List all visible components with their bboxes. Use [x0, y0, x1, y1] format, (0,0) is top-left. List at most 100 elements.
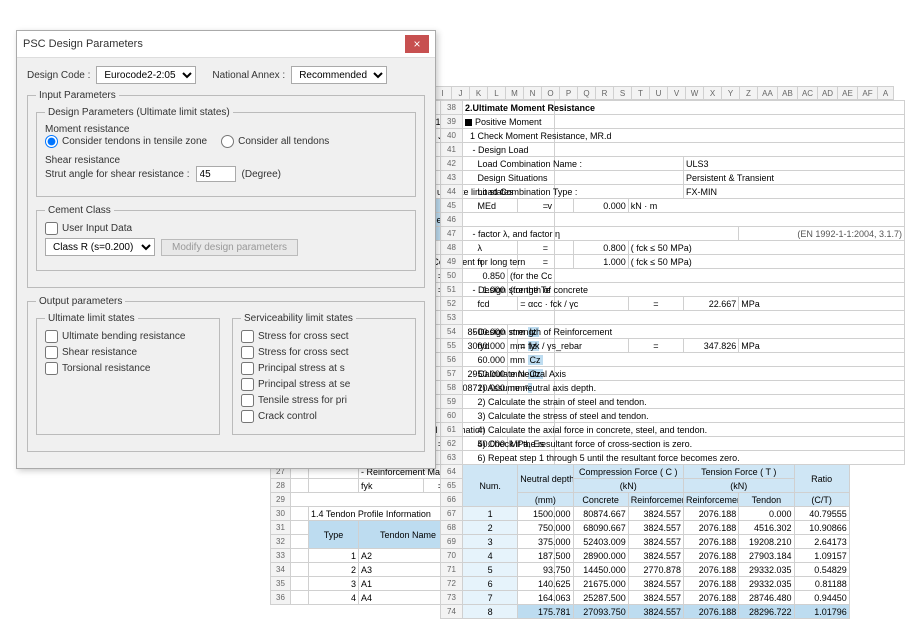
close-icon[interactable]: ×: [405, 35, 429, 53]
radio-tensile[interactable]: Consider tendons in tensile zone: [45, 135, 207, 148]
row-num[interactable]: 65: [441, 479, 463, 493]
row-num[interactable]: 51: [441, 283, 463, 297]
row-num[interactable]: 68: [441, 521, 463, 535]
row-num[interactable]: 40: [441, 129, 463, 143]
row-num[interactable]: 47: [441, 227, 463, 241]
checkbox-item[interactable]: Principal stress at se: [241, 378, 407, 391]
row-num[interactable]: 45: [441, 199, 463, 213]
checkbox[interactable]: [241, 410, 254, 423]
col-hdr[interactable]: L: [488, 86, 506, 100]
modify-button[interactable]: Modify design parameters: [161, 239, 298, 256]
row-num[interactable]: 71: [441, 563, 463, 577]
col-hdr[interactable]: K: [470, 86, 488, 100]
checkbox[interactable]: [45, 362, 58, 375]
checkbox[interactable]: [241, 362, 254, 375]
checkbox-item[interactable]: Stress for cross sect: [241, 346, 407, 359]
checkbox-item[interactable]: Principal stress at s: [241, 362, 407, 375]
col-hdr[interactable]: P: [560, 86, 578, 100]
col-hdr[interactable]: V: [668, 86, 686, 100]
col-hdr[interactable]: AA: [758, 86, 778, 100]
col-hdr[interactable]: AE: [838, 86, 858, 100]
radio-all-input[interactable]: [221, 135, 234, 148]
row-num[interactable]: 33: [271, 549, 291, 563]
checkbox-item[interactable]: Shear resistance: [45, 346, 211, 359]
row-num[interactable]: 42: [441, 157, 463, 171]
col-hdr[interactable]: AF: [858, 86, 878, 100]
checkbox[interactable]: [45, 346, 58, 359]
row-num[interactable]: 60: [441, 409, 463, 423]
row-num[interactable]: 49: [441, 255, 463, 269]
checkbox[interactable]: [241, 378, 254, 391]
row-num[interactable]: 36: [271, 591, 291, 605]
annex-select[interactable]: Recommended: [291, 66, 387, 84]
checkbox[interactable]: [45, 330, 58, 343]
radio-tensile-input[interactable]: [45, 135, 58, 148]
checkbox-item[interactable]: Ultimate bending resistance: [45, 330, 211, 343]
col-hdr[interactable]: A: [878, 86, 894, 100]
row-num[interactable]: 61: [441, 423, 463, 437]
row-num[interactable]: 55: [441, 339, 463, 353]
row-num[interactable]: 52: [441, 297, 463, 311]
col-hdr[interactable]: X: [704, 86, 722, 100]
design-code-select[interactable]: Eurocode2-2:05: [96, 66, 196, 84]
row-num[interactable]: 56: [441, 353, 463, 367]
row-num[interactable]: 70: [441, 549, 463, 563]
checkbox-item[interactable]: Stress for cross sect: [241, 330, 407, 343]
row-num[interactable]: 30: [271, 507, 291, 521]
col-hdr[interactable]: I: [434, 86, 452, 100]
row-num[interactable]: 62: [441, 437, 463, 451]
col-hdr[interactable]: AC: [798, 86, 818, 100]
col-hdr[interactable]: AB: [778, 86, 798, 100]
row-num[interactable]: 46: [441, 213, 463, 227]
row-num[interactable]: 38: [441, 101, 463, 115]
row-num[interactable]: 64: [441, 465, 463, 479]
row-num[interactable]: 35: [271, 577, 291, 591]
checkbox-item[interactable]: Torsional resistance: [45, 362, 211, 375]
checkbox-item[interactable]: Tensile stress for pri: [241, 394, 407, 407]
row-num[interactable]: 73: [441, 591, 463, 605]
user-input-checkbox[interactable]: [45, 222, 58, 235]
col-hdr[interactable]: Z: [740, 86, 758, 100]
col-hdr[interactable]: Y: [722, 86, 740, 100]
row-num[interactable]: 59: [441, 395, 463, 409]
col-hdr[interactable]: S: [614, 86, 632, 100]
row-num[interactable]: 31: [271, 521, 291, 535]
col-hdr[interactable]: O: [542, 86, 560, 100]
col-hdr[interactable]: J: [452, 86, 470, 100]
row-num[interactable]: 32: [271, 535, 291, 549]
row-num[interactable]: 74: [441, 605, 463, 619]
col-hdr[interactable]: T: [632, 86, 650, 100]
checkbox[interactable]: [241, 346, 254, 359]
col-hdr[interactable]: AD: [818, 86, 838, 100]
col-hdr[interactable]: W: [686, 86, 704, 100]
row-num[interactable]: 69: [441, 535, 463, 549]
row-num[interactable]: 28: [271, 479, 291, 493]
checkbox[interactable]: [241, 330, 254, 343]
user-input-chk[interactable]: User Input Data: [45, 222, 407, 235]
row-num[interactable]: 72: [441, 577, 463, 591]
row-num[interactable]: 53: [441, 311, 463, 325]
radio-all[interactable]: Consider all tendons: [221, 135, 329, 148]
row-num[interactable]: 50: [441, 269, 463, 283]
checkbox-item[interactable]: Crack control: [241, 410, 407, 423]
row-num[interactable]: 67: [441, 507, 463, 521]
row-num[interactable]: 48: [441, 241, 463, 255]
checkbox[interactable]: [241, 394, 254, 407]
col-hdr[interactable]: N: [524, 86, 542, 100]
row-num[interactable]: 41: [441, 143, 463, 157]
cement-select[interactable]: Class R (s=0.200): [45, 238, 155, 256]
row-num[interactable]: 66: [441, 493, 463, 507]
col-hdr[interactable]: Q: [578, 86, 596, 100]
col-hdr[interactable]: U: [650, 86, 668, 100]
row-num[interactable]: 58: [441, 381, 463, 395]
row-num[interactable]: 54: [441, 325, 463, 339]
row-num[interactable]: 34: [271, 563, 291, 577]
row-num[interactable]: 43: [441, 171, 463, 185]
strut-input[interactable]: [196, 166, 236, 182]
row-num[interactable]: 29: [271, 493, 291, 507]
row-num[interactable]: 39: [441, 115, 463, 129]
row-num[interactable]: 44: [441, 185, 463, 199]
row-num[interactable]: 57: [441, 367, 463, 381]
col-hdr[interactable]: M: [506, 86, 524, 100]
row-num[interactable]: 63: [441, 451, 463, 465]
